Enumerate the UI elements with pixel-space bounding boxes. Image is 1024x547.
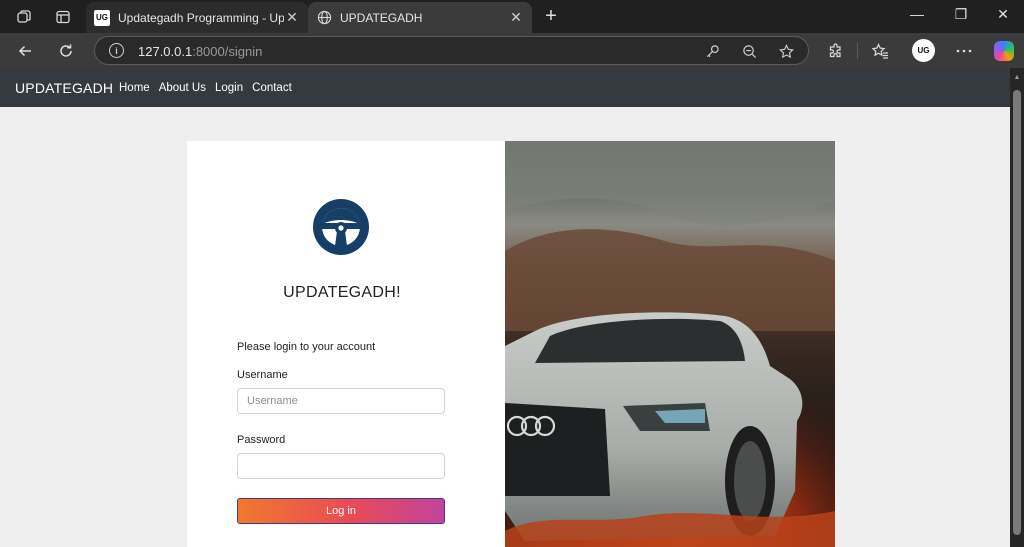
tab-bar: UG Updategadh Programming - Upd ✕ UPDATE… (0, 0, 1024, 33)
back-arrow-icon[interactable] (13, 39, 37, 63)
steering-wheel-icon (313, 199, 369, 255)
tab-updategadh[interactable]: UPDATEGADH ✕ (308, 2, 532, 33)
username-label: Username (237, 369, 288, 381)
password-label: Password (237, 434, 286, 446)
toolbar-divider (857, 43, 858, 59)
copilot-icon[interactable] (994, 41, 1014, 61)
url-text[interactable]: 127.0.0.1:8000/signin (138, 44, 262, 59)
page-viewport: UPDATEGADH Home About Us Login Contact U… (0, 68, 1010, 547)
zoom-out-icon[interactable] (740, 42, 758, 60)
car-hero-image (505, 141, 835, 547)
page-scrollbar[interactable]: ▲ (1010, 68, 1024, 547)
browser-toolbar: i 127.0.0.1:8000/signin UG (0, 33, 1024, 68)
close-icon[interactable]: ✕ (508, 9, 524, 26)
profile-avatar[interactable]: UG (912, 39, 935, 62)
key-icon[interactable] (703, 42, 721, 60)
new-tab-icon[interactable]: + (540, 5, 562, 28)
address-bar[interactable]: i 127.0.0.1:8000/signin (94, 36, 809, 65)
more-options-icon[interactable] (954, 41, 974, 61)
ug-favicon-icon: UG (94, 9, 110, 26)
nav-link-about-us[interactable]: About Us (159, 82, 206, 94)
site-brand[interactable]: UPDATEGADH (15, 80, 113, 96)
info-icon[interactable]: i (109, 43, 124, 58)
site-nav-links: Home About Us Login Contact (119, 82, 292, 94)
nav-link-contact[interactable]: Contact (252, 82, 292, 94)
nav-link-login[interactable]: Login (215, 82, 243, 94)
login-title: UPDATEGADH! (283, 284, 401, 301)
favorite-star-icon[interactable] (777, 42, 795, 60)
scroll-up-icon[interactable]: ▲ (1013, 74, 1021, 82)
scroll-thumb[interactable] (1013, 90, 1021, 535)
login-card: UPDATEGADH! Please login to your account… (187, 141, 835, 547)
tab-updategadh-programming[interactable]: UG Updategadh Programming - Upd ✕ (86, 2, 308, 33)
username-input[interactable] (237, 388, 445, 414)
tab-title: UPDATEGADH (340, 10, 423, 25)
extensions-icon[interactable] (826, 41, 846, 61)
close-icon[interactable]: ✕ (284, 9, 300, 26)
login-prompt: Please login to your account (237, 341, 376, 353)
nav-link-home[interactable]: Home (119, 82, 150, 94)
workspaces-icon[interactable] (13, 6, 35, 28)
site-navbar: UPDATEGADH Home About Us Login Contact (0, 68, 1010, 107)
globe-icon (316, 10, 332, 26)
login-button[interactable]: Log in (237, 498, 445, 524)
password-input[interactable] (237, 453, 445, 479)
tab-title: Updategadh Programming - Upd (118, 10, 284, 25)
restore-icon[interactable]: ❐ (950, 6, 972, 23)
favorites-icon[interactable] (870, 41, 890, 61)
window-close-icon[interactable]: ✕ (992, 6, 1014, 23)
login-form-panel: UPDATEGADH! Please login to your account… (187, 141, 505, 547)
car-illustration (505, 141, 835, 547)
tab-actions-icon[interactable] (52, 6, 74, 28)
minimize-icon[interactable]: — (906, 6, 928, 22)
refresh-icon[interactable] (54, 39, 78, 63)
